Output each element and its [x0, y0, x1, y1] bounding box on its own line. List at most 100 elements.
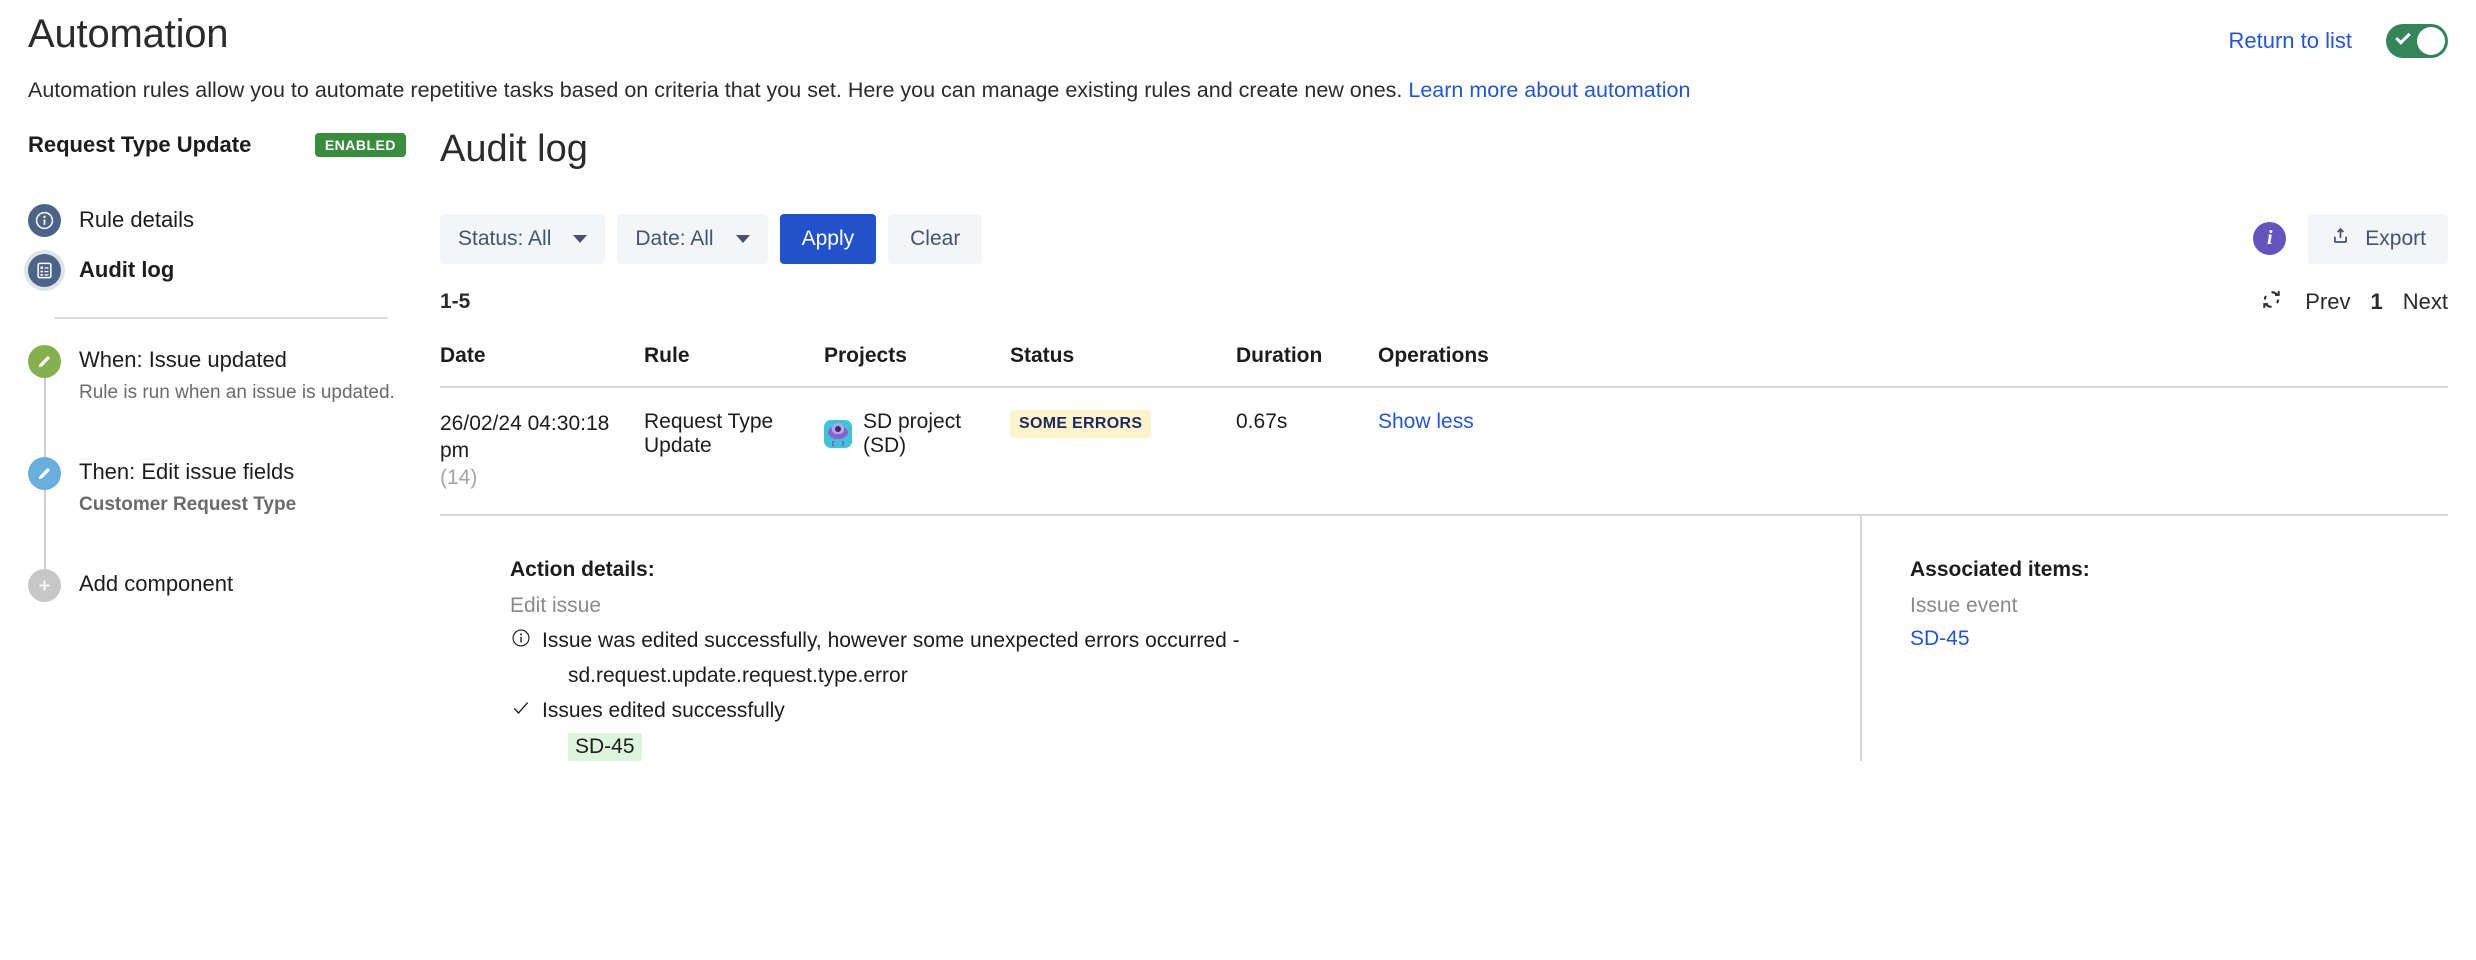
- action-details-section: Action details: Edit issue Issue was edi…: [440, 516, 1860, 761]
- date-filter-dropdown[interactable]: Date: All: [617, 213, 768, 264]
- sidebar-item-label: Audit log: [79, 257, 175, 283]
- result-range: 1-5: [440, 289, 471, 313]
- chevron-down-icon: [735, 234, 750, 243]
- flow-item-title: Add component: [79, 571, 234, 597]
- status-badge: SOME ERRORS: [1010, 409, 1152, 438]
- check-icon: [2395, 29, 2411, 45]
- flow-item-title: When: Issue updated: [79, 347, 287, 373]
- success-message: Issues edited successfully: [542, 698, 785, 722]
- chevron-down-icon: [573, 234, 588, 243]
- rule-enabled-toggle[interactable]: [2386, 24, 2448, 58]
- status-filter-label: Status: All: [458, 226, 552, 250]
- plus-icon: [28, 569, 61, 603]
- clear-button[interactable]: Clear: [888, 213, 983, 264]
- page-description-text: Automation rules allow you to automate r…: [28, 78, 1403, 102]
- automation-page: Automation Return to list Automation rul…: [0, 0, 2476, 960]
- column-header-rule: Rule: [644, 343, 824, 388]
- action-details-heading: Action details:: [510, 558, 655, 582]
- pencil-icon: [28, 457, 61, 491]
- cell-status: SOME ERRORS: [1010, 387, 1236, 517]
- column-header-operations: Operations: [1378, 343, 2448, 388]
- return-to-list-link[interactable]: Return to list: [2229, 28, 2353, 54]
- current-page-number[interactable]: 1: [2371, 289, 2383, 315]
- learn-more-link[interactable]: Learn more about automation: [1408, 78, 1690, 102]
- header-actions: Return to list: [2229, 10, 2448, 58]
- export-button[interactable]: Export: [2308, 213, 2448, 264]
- check-icon: [510, 698, 532, 725]
- export-label: Export: [2365, 226, 2426, 250]
- rule-nav: Rule details Audit log: [28, 195, 406, 295]
- column-header-status: Status: [1010, 343, 1236, 388]
- flow-item-body: Add component: [79, 569, 233, 602]
- log-date-count: (14): [440, 466, 478, 490]
- audit-log-title: Audit log: [440, 128, 588, 171]
- toolbar-right-actions: i Export: [2253, 213, 2448, 264]
- info-circle-icon: [510, 628, 532, 655]
- info-icon[interactable]: i: [2253, 222, 2287, 256]
- flow-item-subtitle: Rule is run when an issue is updated.: [79, 381, 395, 403]
- sidebar-divider: [54, 317, 388, 320]
- flow-item-body: When: Issue updated Rule is run when an …: [79, 345, 395, 405]
- action-name: Edit issue: [510, 594, 602, 618]
- cell-project: SD project (SD): [824, 387, 1010, 517]
- success-message-row: Issues edited successfully: [510, 698, 1860, 725]
- info-message: Issue was edited successfully, however s…: [542, 629, 1240, 653]
- table-header-row: Date Rule Projects Status Duration Opera…: [440, 343, 2448, 388]
- flow-item-add-component[interactable]: Add component: [28, 569, 406, 603]
- rule-header: Request Type Update ENABLED: [28, 129, 406, 161]
- info-circle-icon: [28, 203, 61, 237]
- associated-items-heading: Associated items:: [1910, 558, 2090, 582]
- associated-item-type: Issue event: [1910, 594, 2018, 618]
- flow-item-title: Then: Edit issue fields: [79, 459, 295, 485]
- apply-button[interactable]: Apply: [779, 213, 877, 264]
- audit-log-toolbar: Status: All Date: All Apply Clear i Expo…: [440, 213, 2448, 264]
- flow-item-trigger[interactable]: When: Issue updated Rule is run when an …: [28, 345, 406, 405]
- refresh-icon[interactable]: [2258, 286, 2285, 318]
- next-page-button[interactable]: Next: [2403, 289, 2448, 315]
- upload-icon: [2330, 225, 2351, 252]
- logbook-icon: [28, 253, 61, 287]
- page-title: Automation: [28, 12, 229, 56]
- info-message-row: Issue was edited successfully, however s…: [510, 628, 1860, 655]
- prev-page-button[interactable]: Prev: [2305, 289, 2350, 315]
- sidebar-item-label: Rule details: [79, 207, 194, 233]
- pencil-icon: [28, 345, 61, 379]
- audit-log-panel: Audit log Status: All Date: All Apply Cl…: [416, 128, 2448, 761]
- status-filter-dropdown[interactable]: Status: All: [440, 213, 606, 264]
- sidebar-item-rule-details[interactable]: Rule details: [28, 195, 406, 245]
- associated-items-section: Associated items: Issue event SD-45: [1860, 516, 2448, 761]
- project-name: SD project (SD): [863, 409, 962, 457]
- cell-date: 26/02/24 04:30:18 pm (14): [440, 387, 644, 517]
- flow-item-subtitle: Customer Request Type: [79, 493, 297, 515]
- pager: Prev 1 Next: [2258, 286, 2448, 318]
- column-header-date: Date: [440, 343, 644, 388]
- rule-sidebar: Request Type Update ENABLED Rule details: [28, 129, 416, 761]
- cell-rule: Request Type Update: [644, 409, 774, 457]
- content-columns: Request Type Update ENABLED Rule details: [28, 128, 2448, 761]
- project-avatar-icon: [824, 419, 852, 448]
- success-issue-row: SD-45: [568, 732, 1860, 761]
- info-message-detail: sd.request.update.request.type.error: [568, 663, 908, 687]
- project-entry: SD project (SD): [824, 410, 1010, 458]
- log-date: 26/02/24 04:30:18 pm: [440, 411, 610, 463]
- audit-log-table: Date Rule Projects Status Duration Opera…: [440, 343, 2448, 517]
- show-less-link[interactable]: Show less: [1378, 410, 1474, 433]
- page-header: Automation Return to list: [28, 0, 2448, 58]
- flow-item-body: Then: Edit issue fields Customer Request…: [79, 457, 296, 517]
- sidebar-item-audit-log[interactable]: Audit log: [28, 245, 406, 295]
- status-badge: ENABLED: [314, 133, 406, 158]
- flow-item-action[interactable]: Then: Edit issue fields Customer Request…: [28, 457, 406, 517]
- column-header-duration: Duration: [1236, 343, 1378, 388]
- pagination-row: 1-5 Prev 1 Next: [440, 286, 2448, 318]
- rule-flow: When: Issue updated Rule is run when an …: [28, 345, 406, 603]
- log-detail-panel: Action details: Edit issue Issue was edi…: [440, 514, 2448, 761]
- rule-name: Request Type Update: [28, 132, 252, 158]
- cell-duration: 0.67s: [1236, 409, 1288, 433]
- issue-key-chip: SD-45: [568, 732, 642, 761]
- date-filter-label: Date: All: [635, 226, 714, 250]
- toggle-knob: [2417, 27, 2445, 55]
- column-header-projects: Projects: [824, 343, 1010, 388]
- page-description: Automation rules allow you to automate r…: [28, 76, 2448, 105]
- associated-issue-link[interactable]: SD-45: [1910, 627, 1970, 651]
- table-row: 26/02/24 04:30:18 pm (14) Request Type U…: [440, 387, 2448, 517]
